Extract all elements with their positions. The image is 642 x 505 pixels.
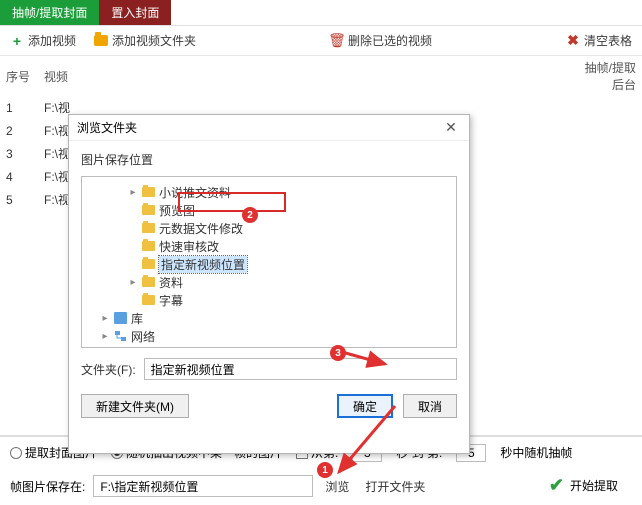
add-folder-label: 添加视频文件夹 <box>112 32 196 49</box>
tree-node[interactable]: 快速审核改 <box>86 237 452 255</box>
tree-node[interactable]: 预览图 <box>86 201 452 219</box>
tree-node-label: 快速审核改 <box>159 238 219 255</box>
callout-3: 3 <box>330 345 346 361</box>
callout-2: 2 <box>242 207 258 223</box>
expand-icon: ▸ <box>100 331 110 342</box>
expand-icon: ▸ <box>100 313 110 324</box>
folder-field-label: 文件夹(F): <box>81 361 136 378</box>
tree-node-label: 小说推文资料 <box>159 184 231 201</box>
tree-node[interactable]: ▸ 网络 <box>86 327 452 345</box>
cell-index: 3 <box>0 142 38 165</box>
col-path: 视频 <box>38 56 572 96</box>
folder-name-input[interactable] <box>144 358 457 380</box>
tree-node[interactable]: ▸ 资料 <box>86 273 452 291</box>
col-after: 抽帧/提取后台 <box>572 56 642 96</box>
tree-node-label: 字幕 <box>159 292 183 309</box>
tree-node[interactable]: 指定新视频位置 <box>86 255 452 273</box>
tree-node-label: 控制面板 <box>131 346 179 349</box>
tree-node[interactable]: 元数据文件修改 <box>86 219 452 237</box>
tree-node-label: 网络 <box>131 328 155 345</box>
delete-selected-button[interactable]: 🗑 删除已选的视频 <box>330 32 432 49</box>
folder-icon <box>142 259 155 269</box>
tab-set-cover[interactable]: 置入封面 <box>99 0 171 25</box>
tree-node-label: 资料 <box>159 274 183 291</box>
delete-selected-label: 删除已选的视频 <box>348 32 432 49</box>
tree-node-label: 预览图 <box>159 202 195 219</box>
network-icon <box>114 330 127 342</box>
add-video-folder-button[interactable]: 添加视频文件夹 <box>94 32 196 49</box>
dialog-titlebar: 浏览文件夹 ✕ <box>69 115 469 141</box>
folder-icon <box>94 34 108 48</box>
save-path-label: 帧图片保存在: <box>10 478 85 495</box>
check-icon: ✔ <box>549 475 564 496</box>
toolbar: + 添加视频 添加视频文件夹 🗑 删除已选的视频 ✖ 清空表格 <box>0 26 642 56</box>
content-area: 序号 视频 抽帧/提取后台 1F:\视2F:\视3F:\视4F:\视5F:\视 … <box>0 56 642 436</box>
folder-icon <box>142 295 155 305</box>
dialog-close-button[interactable]: ✕ <box>441 118 461 138</box>
plus-icon: + <box>10 34 24 48</box>
cancel-button[interactable]: 取消 <box>403 394 457 418</box>
tree-node[interactable]: ▸ 小说推文资料 <box>86 183 452 201</box>
col-index: 序号 <box>0 56 38 96</box>
browse-folder-dialog: 浏览文件夹 ✕ 图片保存位置 ▸ 小说推文资料预览图元数据文件修改快速审核改指定新… <box>68 114 470 454</box>
tab-extract-cover[interactable]: 抽帧/提取封面 <box>0 0 99 25</box>
folder-icon <box>142 223 155 233</box>
expand-icon: ▸ <box>128 187 138 198</box>
radio-icon <box>10 447 22 459</box>
dialog-title: 浏览文件夹 <box>77 119 137 136</box>
folder-tree[interactable]: ▸小说推文资料预览图元数据文件修改快速审核改指定新视频位置▸资料字幕▸库▸网络▸… <box>81 176 457 348</box>
tree-node-label: 元数据文件修改 <box>159 220 243 237</box>
start-extract-button[interactable]: ✔ 开始提取 <box>535 471 632 499</box>
ok-button[interactable]: 确定 <box>337 394 393 418</box>
trash-icon: 🗑 <box>330 34 344 48</box>
start-label: 开始提取 <box>570 477 618 494</box>
clear-table-label: 清空表格 <box>584 32 632 49</box>
save-path-input[interactable] <box>93 475 313 497</box>
clear-table-button[interactable]: ✖ 清空表格 <box>566 32 632 49</box>
tree-node-label: 指定新视频位置 <box>159 256 247 273</box>
tree-node[interactable]: ▸控制面板 <box>86 345 452 348</box>
expand-icon: ▸ <box>128 277 138 288</box>
sec-random-label: 秒中随机抽帧 <box>500 444 572 461</box>
close-icon: ✖ <box>566 34 580 48</box>
tree-node[interactable]: 字幕 <box>86 291 452 309</box>
tree-node[interactable]: ▸库 <box>86 309 452 327</box>
open-folder-button[interactable]: 打开文件夹 <box>361 478 429 495</box>
folder-icon <box>142 205 155 215</box>
cell-index: 4 <box>0 165 38 188</box>
cell-index: 2 <box>0 119 38 142</box>
cell-index: 5 <box>0 188 38 211</box>
cell-index: 1 <box>0 96 38 119</box>
library-icon <box>114 312 127 324</box>
folder-icon <box>142 187 155 197</box>
folder-icon <box>142 277 155 287</box>
new-folder-button[interactable]: 新建文件夹(M) <box>81 394 189 418</box>
browse-button[interactable]: 浏览 <box>321 478 353 495</box>
callout-1: 1 <box>317 462 333 478</box>
folder-icon <box>142 241 155 251</box>
add-video-button[interactable]: + 添加视频 <box>10 32 76 49</box>
tree-node-label: 库 <box>131 310 143 327</box>
dialog-section-label: 图片保存位置 <box>81 151 457 168</box>
add-video-label: 添加视频 <box>28 32 76 49</box>
